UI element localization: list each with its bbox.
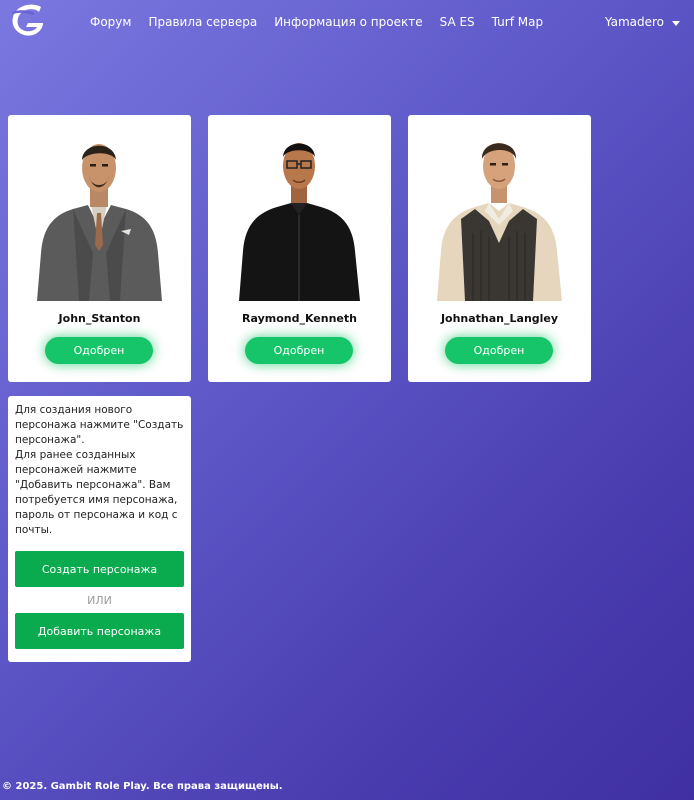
nav-forum[interactable]: Форум (90, 15, 131, 29)
character-avatar-icon (37, 144, 162, 301)
main-menu: Форум Правила сервера Информация о проек… (90, 15, 560, 29)
character-avatar-icon (239, 143, 360, 301)
nav-server-rules[interactable]: Правила сервера (148, 15, 257, 29)
status-badge[interactable]: Одобрен (445, 337, 553, 364)
character-name: John_Stanton (58, 312, 141, 325)
create-character-button[interactable]: Создать персонажа (15, 551, 184, 587)
create-instructions: Для создания нового персонажа нажмите "С… (15, 404, 184, 446)
character-card[interactable]: Johnathan_Langley Одобрен (408, 115, 591, 382)
footer-copyright: © 2025. Gambit Role Play. Все права защи… (2, 781, 283, 792)
username: Yamadero (604, 15, 664, 29)
nav-turf-map[interactable]: Turf Map (492, 15, 543, 29)
add-instructions: Для ранее созданных персонажей нажмите "… (15, 449, 178, 536)
gambit-logo-icon[interactable] (8, 3, 48, 39)
character-name: Johnathan_Langley (440, 312, 559, 325)
character-avatar-icon (437, 143, 562, 301)
or-separator: ИЛИ (87, 594, 112, 607)
character-name: Raymond_Kenneth (242, 312, 357, 325)
nav-sa-es[interactable]: SA ES (440, 15, 475, 29)
character-card[interactable]: John_Stanton Одобрен (8, 115, 191, 382)
nav-project-info[interactable]: Информация о проекте (274, 15, 422, 29)
user-menu[interactable]: Yamadero (605, 15, 680, 29)
status-badge[interactable]: Одобрен (45, 337, 153, 364)
create-character-panel: Для создания нового персонажа нажмите "С… (8, 396, 191, 662)
character-card[interactable]: Raymond_Kenneth Одобрен (208, 115, 391, 382)
add-character-button[interactable]: Добавить персонажа (15, 613, 184, 649)
top-nav: Форум Правила сервера Информация о проек… (0, 0, 694, 46)
status-badge[interactable]: Одобрен (245, 337, 353, 364)
chevron-down-icon (672, 21, 680, 26)
